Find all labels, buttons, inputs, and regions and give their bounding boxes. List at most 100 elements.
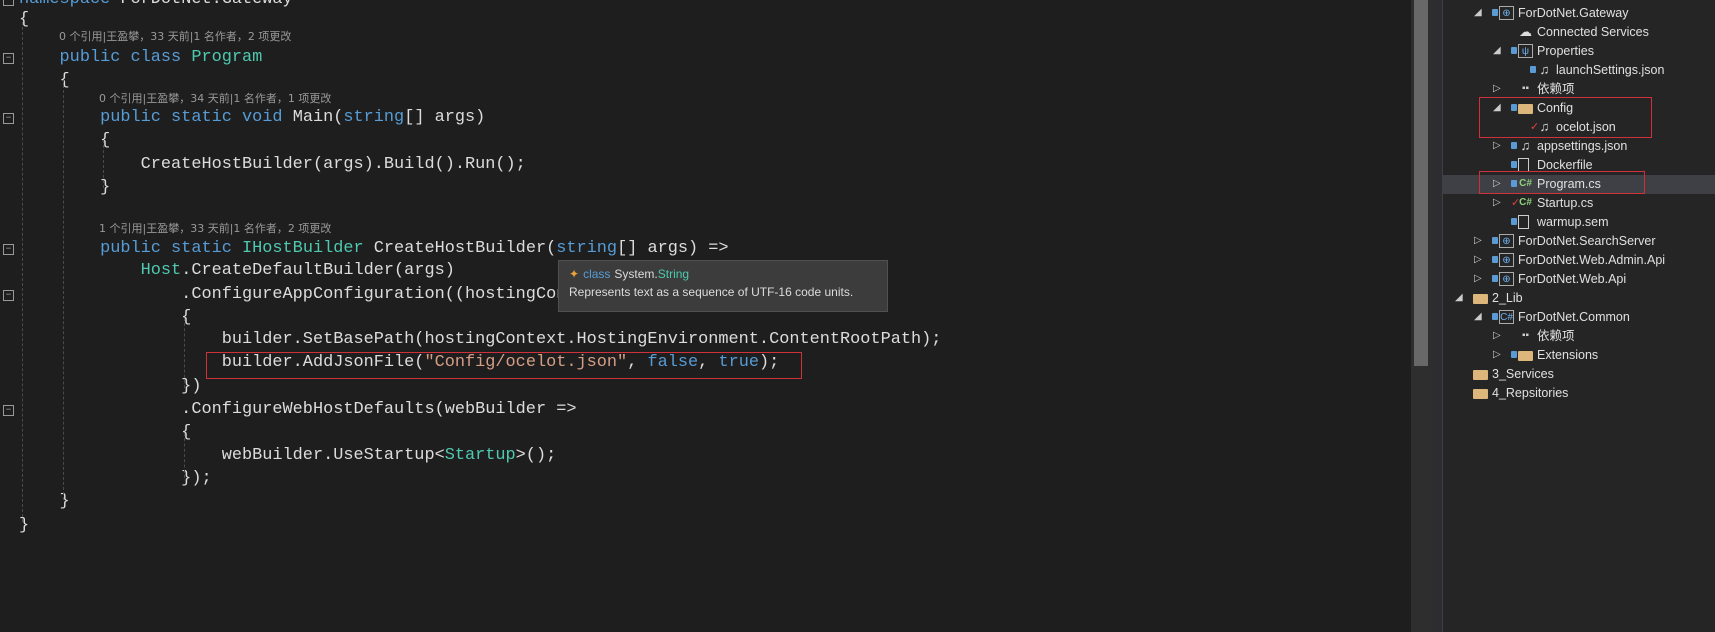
code-line[interactable]: public static void Main(string[] args) <box>19 107 485 129</box>
collapsed-arrow-icon[interactable]: ▷ <box>1493 330 1501 342</box>
code-token: namespace <box>19 0 120 9</box>
code-line[interactable]: { <box>19 130 110 152</box>
code-line[interactable]: .ConfigureAppConfiguration((hostingCon <box>19 284 566 306</box>
indent-guide <box>184 433 185 478</box>
tree-item[interactable]: 3_Services <box>1443 365 1715 384</box>
collapsed-arrow-icon[interactable]: ▷ <box>1493 140 1501 152</box>
code-token: { <box>19 131 111 150</box>
tree-item-label: ForDotNet.Web.Admin.Api <box>1518 253 1666 267</box>
code-token: ForDotNet.Gateway <box>120 0 292 9</box>
tree-item[interactable]: ▷ ✓ C# Startup.cs <box>1443 194 1715 213</box>
tree-item[interactable]: warmup.sem <box>1443 213 1715 232</box>
json-file-icon: ♫ <box>1539 62 1550 77</box>
code-token: class <box>130 48 192 67</box>
code-line[interactable]: { <box>19 9 29 31</box>
dependencies-icon: ▪▪ <box>1521 330 1530 341</box>
tree-item[interactable]: ▷ ⊕ ForDotNet.Web.Admin.Api <box>1443 251 1715 270</box>
tree-item-label: Connected Services <box>1537 25 1649 39</box>
code-line[interactable]: webBuilder.UseStartup<Startup>(); <box>19 445 557 467</box>
collapse-region-icon[interactable]: − <box>3 0 14 6</box>
editor-vertical-scrollbar[interactable] <box>1411 0 1431 632</box>
codelens-program[interactable]: 0 个引用|王盈攀，33 天前|1 名作者，2 项更改 <box>59 28 291 46</box>
tree-item-label: 依赖项 <box>1537 329 1575 343</box>
tree-item[interactable]: ▷ ♫ appsettings.json <box>1443 137 1715 156</box>
code-token: }); <box>19 469 212 488</box>
collapse-region-icon[interactable]: − <box>3 113 14 124</box>
collapsed-arrow-icon[interactable]: ▷ <box>1493 349 1501 361</box>
code-line[interactable]: } <box>19 515 29 537</box>
code-token: CreateHostBuilder( <box>373 239 557 258</box>
tree-item-label: launchSettings.json <box>1556 63 1665 77</box>
highlight-program-cs <box>1479 171 1645 194</box>
lock-icon <box>1492 313 1498 320</box>
collapsed-arrow-icon[interactable]: ▷ <box>1493 83 1501 95</box>
dependencies-icon: ▪▪ <box>1521 83 1530 94</box>
collapsed-arrow-icon[interactable]: ▷ <box>1493 197 1501 209</box>
code-token: { <box>19 423 192 442</box>
collapse-region-icon[interactable]: − <box>3 405 14 416</box>
collapsed-arrow-icon[interactable]: ▷ <box>1474 273 1482 285</box>
lock-icon <box>1511 351 1517 358</box>
code-editor[interactable]: } } }); webBuilder.UseStartup<Startup>()… <box>0 0 1411 632</box>
indent-guide <box>103 140 104 188</box>
tree-item-label: Extensions <box>1537 348 1599 362</box>
code-token: [] args) => <box>617 239 729 258</box>
tree-item[interactable]: ▷ ⊕ ForDotNet.SearchServer <box>1443 232 1715 251</box>
code-line[interactable]: { <box>19 307 191 329</box>
tree-item[interactable]: ♫ launchSettings.json <box>1443 61 1715 80</box>
code-line[interactable]: }) <box>19 376 201 398</box>
collapsed-arrow-icon[interactable]: ▷ <box>1474 254 1482 266</box>
expanded-arrow-icon[interactable]: ◢ <box>1455 292 1463 304</box>
code-token: webBuilder.UseStartup< <box>19 446 445 465</box>
code-line[interactable]: Host.CreateDefaultBuilder(args) <box>19 260 455 282</box>
codelens-createhostbuilder[interactable]: 1 个引用|王盈攀，33 天前|1 名作者，2 项更改 <box>99 220 331 238</box>
lock-icon <box>1492 9 1498 16</box>
collapse-region-icon[interactable]: − <box>3 53 14 64</box>
code-line[interactable]: CreateHostBuilder(args).Build().Run(); <box>19 154 526 176</box>
csharp-project-icon: C# <box>1499 310 1514 324</box>
code-line[interactable]: namespace ForDotNet.Gateway <box>19 0 293 11</box>
tree-item[interactable]: ▷ Extensions <box>1443 346 1715 365</box>
code-token: .ConfigureWebHostDefaults(webBuilder => <box>19 400 577 419</box>
code-token: public <box>100 239 172 258</box>
tree-item-label: 3_Services <box>1492 367 1554 381</box>
code-token: [] args) <box>404 108 486 127</box>
expanded-arrow-icon[interactable]: ◢ <box>1493 45 1501 57</box>
expanded-arrow-icon[interactable]: ◢ <box>1474 7 1482 19</box>
code-line[interactable]: { <box>19 422 191 444</box>
code-token: string <box>556 239 618 258</box>
code-line[interactable]: } <box>19 177 110 199</box>
tree-item[interactable]: ▷ ⊕ ForDotNet.Web.Api <box>1443 270 1715 289</box>
tree-item[interactable]: ◢ ⊕ ForDotNet.Gateway <box>1443 4 1715 23</box>
tree-item[interactable]: ▷ ▪▪ 依赖项 <box>1443 327 1715 346</box>
tree-item[interactable]: 4_Repsitories <box>1443 384 1715 403</box>
tree-item[interactable]: ◢ ψ Properties <box>1443 42 1715 61</box>
file-icon <box>1518 215 1529 229</box>
code-line[interactable]: public class Program <box>19 47 263 69</box>
code-line[interactable]: public static IHostBuilder CreateHostBui… <box>19 238 729 260</box>
folder-icon <box>1518 351 1533 361</box>
code-token: Main( <box>292 108 344 127</box>
tree-item[interactable]: ◢ C# ForDotNet.Common <box>1443 308 1715 327</box>
collapsed-arrow-icon[interactable]: ▷ <box>1474 235 1482 247</box>
code-line[interactable]: .ConfigureWebHostDefaults(webBuilder => <box>19 399 576 421</box>
codelens-main[interactable]: 0 个引用|王盈攀，34 天前|1 名作者，1 项更改 <box>99 90 331 108</box>
collapse-region-icon[interactable]: − <box>3 290 14 301</box>
scrollbar-thumb[interactable] <box>1414 0 1428 366</box>
tooltip-keyword: class <box>583 267 611 281</box>
tree-item[interactable]: ◢ 2_Lib <box>1443 289 1715 308</box>
tree-item-label: 2_Lib <box>1492 291 1523 305</box>
pane-splitter[interactable] <box>1431 0 1443 632</box>
tree-item-label: 4_Repsitories <box>1492 386 1569 400</box>
web-project-icon: ⊕ <box>1499 253 1514 267</box>
code-line[interactable]: builder.SetBasePath(hostingContext.Hosti… <box>19 329 942 351</box>
lock-icon <box>1511 47 1517 54</box>
expanded-arrow-icon[interactable]: ◢ <box>1474 311 1482 323</box>
code-token: string <box>343 108 405 127</box>
lock-icon <box>1511 161 1517 168</box>
tree-item-label: ForDotNet.Gateway <box>1518 6 1629 20</box>
collapse-region-icon[interactable]: − <box>3 244 14 255</box>
tree-item[interactable]: ☁ Connected Services <box>1443 23 1715 42</box>
code-line[interactable]: }); <box>19 468 212 490</box>
